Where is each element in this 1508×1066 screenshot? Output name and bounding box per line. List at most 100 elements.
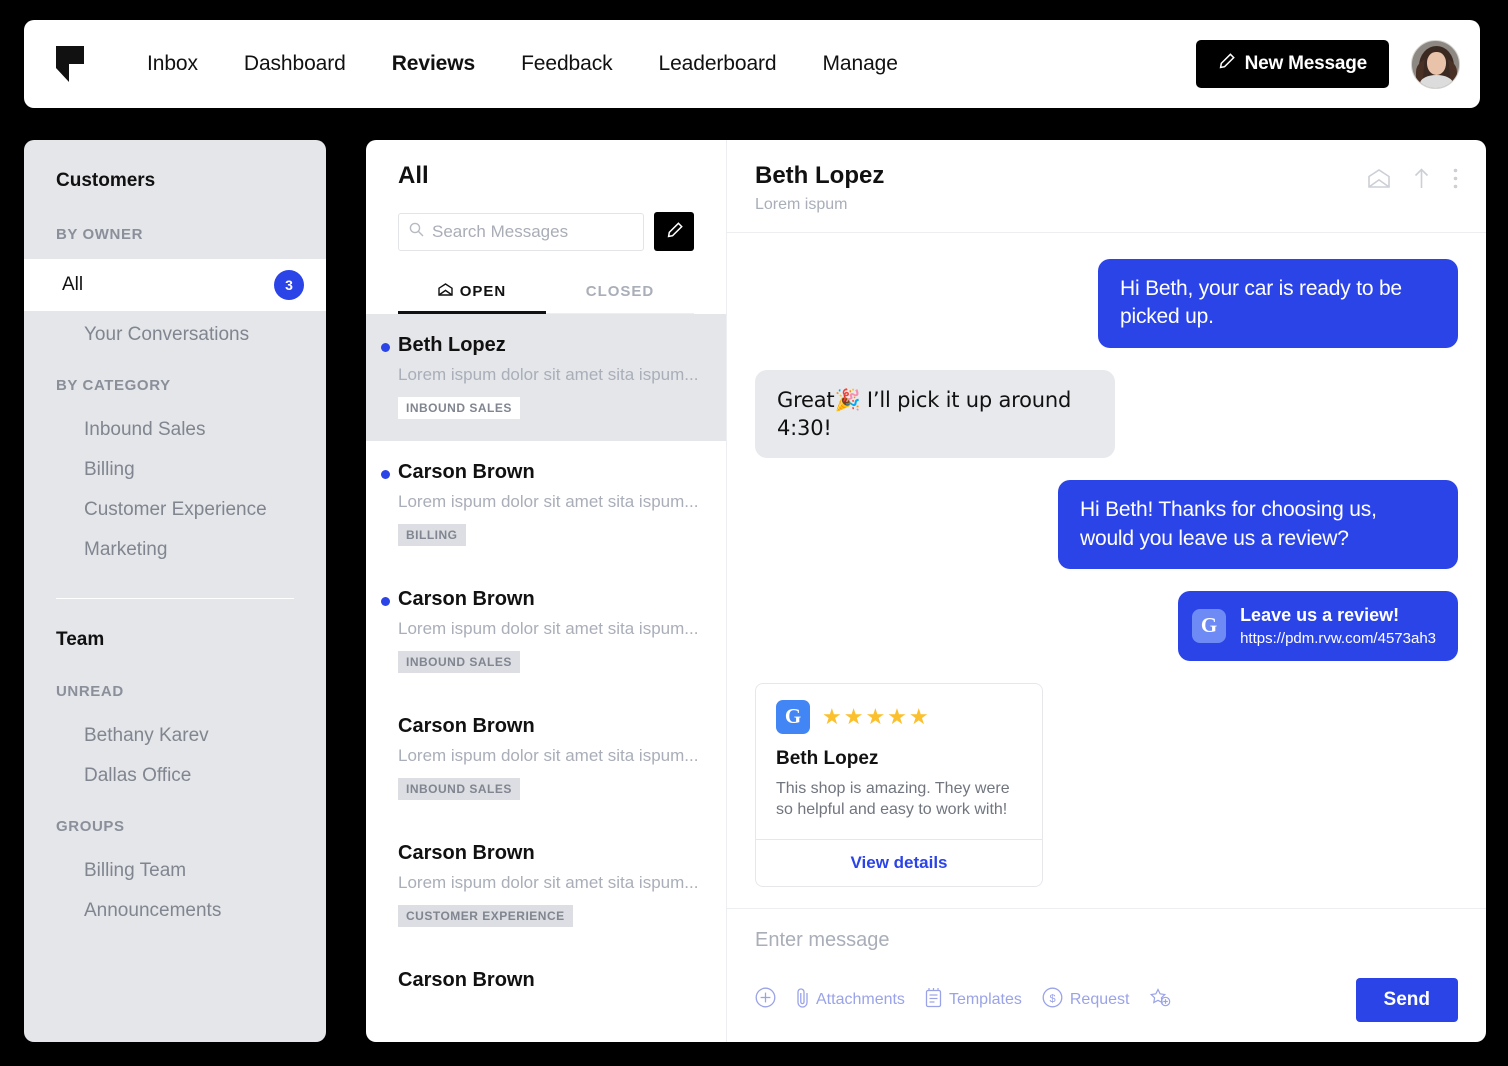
- paperclip-icon: [796, 987, 809, 1013]
- sidebar-item-all-badge: 3: [274, 270, 304, 300]
- nav-item-feedback[interactable]: Feedback: [498, 46, 635, 82]
- search-icon: [409, 222, 424, 242]
- message-bubble-incoming: Great🎉 I’ll pick it up around 4:30!: [755, 370, 1115, 459]
- sidebar-item-marketing[interactable]: Marketing: [24, 530, 326, 570]
- message-composer: Attachments Templates $ Request: [727, 908, 1486, 1042]
- compose-button[interactable]: [654, 212, 694, 251]
- unread-dot: [381, 470, 390, 479]
- templates-button[interactable]: Templates: [925, 987, 1022, 1013]
- sidebar-item-billing-team[interactable]: Billing Team: [24, 851, 326, 891]
- sidebar: Customers BY OWNER All 3 Your Conversati…: [24, 140, 326, 1042]
- view-details-link[interactable]: View details: [756, 839, 1042, 886]
- nav-item-reviews[interactable]: Reviews: [369, 46, 498, 82]
- nav-item-manage[interactable]: Manage: [800, 46, 921, 82]
- sidebar-team-title: Team: [24, 629, 326, 651]
- composer-toolbar: Attachments Templates $ Request: [755, 978, 1458, 1022]
- message-list: Hi Beth, your car is ready to be picked …: [727, 233, 1486, 908]
- search-box[interactable]: [398, 213, 644, 251]
- conversation-item-4[interactable]: Carson Brown Lorem ispum dolor sit amet …: [366, 822, 726, 949]
- list-title: All: [398, 162, 694, 190]
- sidebar-item-bethany-karev[interactable]: Bethany Karev: [24, 716, 326, 756]
- conversation-tag: INBOUND SALES: [398, 651, 520, 673]
- add-button[interactable]: [755, 987, 776, 1013]
- message-row-3: G Leave us a review! https://pdm.rvw.com…: [755, 591, 1458, 661]
- sidebar-item-customer-experience[interactable]: Customer Experience: [24, 490, 326, 530]
- message-row-2: Hi Beth! Thanks for choosing us, would y…: [755, 480, 1458, 569]
- nav-item-inbox[interactable]: Inbox: [124, 46, 221, 82]
- message-row-4: G ★★★★★ Beth Lopez This shop is amazing.…: [755, 683, 1458, 887]
- sidebar-spacer: [24, 355, 326, 377]
- review-link-card[interactable]: G Leave us a review! https://pdm.rvw.com…: [1178, 591, 1458, 661]
- conversation-item-2[interactable]: Carson Brown Lorem ispum dolor sit amet …: [366, 568, 726, 695]
- conversation-item-3[interactable]: Carson Brown Lorem ispum dolor sit amet …: [366, 695, 726, 822]
- sidebar-item-all[interactable]: All 3: [24, 259, 326, 311]
- conversation-name-row: Carson Brown: [398, 715, 694, 738]
- thread-actions: [1368, 162, 1458, 194]
- svg-text:$: $: [1049, 993, 1055, 1005]
- review-card-body: G ★★★★★ Beth Lopez This shop is amazing.…: [756, 684, 1042, 839]
- sidebar-item-announcements[interactable]: Announcements: [24, 891, 326, 931]
- review-link-title: Leave us a review!: [1240, 605, 1436, 627]
- review-link-url: https://pdm.rvw.com/4573ah3: [1240, 630, 1436, 647]
- conversation-item-5[interactable]: Carson Brown Lorem ispum dolor sit amet …: [366, 949, 726, 989]
- plus-circle-icon: [755, 987, 776, 1013]
- new-message-label: New Message: [1245, 53, 1367, 75]
- nav-item-dashboard[interactable]: Dashboard: [221, 46, 369, 82]
- thread-contact-subtitle: Lorem ispum: [755, 196, 884, 214]
- conversation-preview: Lorem ispum dolor sit amet sita ispum...: [398, 365, 694, 385]
- conversation-name: Carson Brown: [398, 842, 535, 865]
- sidebar-spacer-2: [24, 796, 326, 818]
- nav-right-actions: New Message: [1196, 40, 1460, 89]
- more-vertical-icon[interactable]: [1453, 168, 1458, 194]
- conversation-name-row: Carson Brown: [398, 588, 694, 611]
- star-rating: ★★★★★: [822, 704, 931, 730]
- message-bubble-outgoing: Hi Beth, your car is ready to be picked …: [1098, 259, 1458, 348]
- search-row: [398, 212, 694, 251]
- message-input[interactable]: [755, 929, 1458, 952]
- conversation-thread-panel: Beth Lopez Lorem ispum Hi Beth, your car…: [726, 140, 1486, 1042]
- list-header: All OPEN: [366, 140, 726, 314]
- review-body-text: This shop is amazing. They were so helpf…: [776, 778, 1022, 821]
- sidebar-customers-title: Customers: [24, 170, 326, 192]
- tab-closed[interactable]: CLOSED: [546, 273, 694, 313]
- open-envelope-icon: [438, 283, 453, 300]
- unread-dot: [381, 343, 390, 352]
- conversation-tag: INBOUND SALES: [398, 397, 520, 419]
- tab-open[interactable]: OPEN: [398, 273, 546, 313]
- conversation-tag: INBOUND SALES: [398, 778, 520, 800]
- upload-icon[interactable]: [1412, 168, 1431, 194]
- attachments-button[interactable]: Attachments: [796, 987, 905, 1013]
- open-envelope-icon[interactable]: [1368, 169, 1390, 193]
- sidebar-item-billing[interactable]: Billing: [24, 450, 326, 490]
- flag-logo-icon[interactable]: [54, 45, 86, 83]
- search-input[interactable]: [432, 222, 633, 242]
- google-g-icon: G: [1192, 609, 1226, 643]
- conversation-list-panel: All OPEN: [366, 140, 726, 1042]
- avatar[interactable]: [1411, 40, 1460, 89]
- message-row-1: Great🎉 I’ll pick it up around 4:30!: [755, 370, 1458, 459]
- list-tabs: OPEN CLOSED: [398, 273, 694, 314]
- google-g-icon: G: [776, 700, 810, 734]
- sidebar-item-your-conversations[interactable]: Your Conversations: [24, 315, 326, 355]
- message-bubble-outgoing: Hi Beth! Thanks for choosing us, would y…: [1058, 480, 1458, 569]
- nav-item-leaderboard[interactable]: Leaderboard: [636, 46, 800, 82]
- message-row-0: Hi Beth, your car is ready to be picked …: [755, 259, 1458, 348]
- new-message-button[interactable]: New Message: [1196, 40, 1389, 88]
- conversation-name: Beth Lopez: [398, 334, 506, 357]
- review-author-name: Beth Lopez: [776, 748, 1022, 770]
- conversation-item-1[interactable]: Carson Brown Lorem ispum dolor sit amet …: [366, 441, 726, 568]
- conversation-name: Carson Brown: [398, 461, 535, 484]
- review-preview-card: G ★★★★★ Beth Lopez This shop is amazing.…: [755, 683, 1043, 887]
- review-request-button[interactable]: [1149, 987, 1172, 1013]
- sidebar-item-dallas-office[interactable]: Dallas Office: [24, 756, 326, 796]
- send-button[interactable]: Send: [1356, 978, 1458, 1022]
- sidebar-unread-label: UNREAD: [24, 683, 326, 700]
- conversation-name: Carson Brown: [398, 969, 535, 989]
- conversation-name-row: Carson Brown: [398, 969, 694, 989]
- request-button[interactable]: $ Request: [1042, 987, 1130, 1013]
- sidebar-by-owner-label: BY OWNER: [24, 226, 326, 243]
- conversation-name-row: Carson Brown: [398, 461, 694, 484]
- sidebar-item-inbound-sales[interactable]: Inbound Sales: [24, 410, 326, 450]
- conversation-item-0[interactable]: Beth Lopez Lorem ispum dolor sit amet si…: [366, 314, 726, 441]
- avatar-face: [1427, 52, 1446, 75]
